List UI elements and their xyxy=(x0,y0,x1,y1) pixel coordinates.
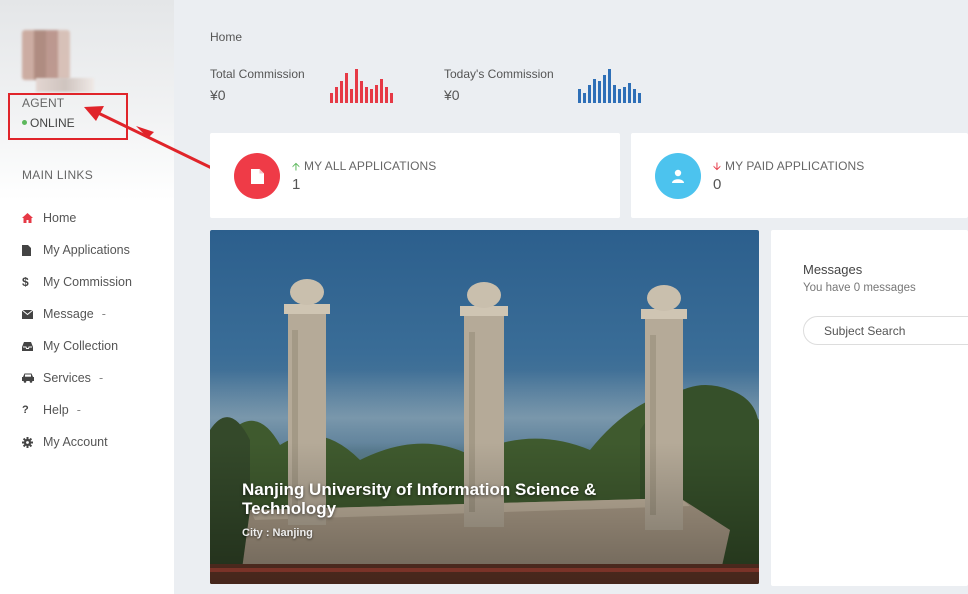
stat-value: ¥0 xyxy=(210,87,226,103)
sidebar-item-message[interactable]: Message - xyxy=(22,298,172,330)
expand-indicator: - xyxy=(76,403,81,417)
subject-search-input[interactable] xyxy=(803,316,968,345)
arrow-up-icon: 🡩 xyxy=(292,161,300,173)
card-title: 🡫 MY PAID APPLICATIONS xyxy=(713,158,864,177)
sparkline-bar xyxy=(578,89,581,103)
sparkline-bar xyxy=(390,93,393,103)
arrow-down-icon: 🡫 xyxy=(713,161,721,173)
sparkline-bar xyxy=(370,89,373,103)
sparkline-bar xyxy=(355,69,358,103)
stat-label: Total Commission xyxy=(210,67,305,81)
sparkline-bar xyxy=(375,85,378,103)
sparkline-bar xyxy=(593,79,596,103)
file-icon xyxy=(234,153,280,199)
card-value: 1 xyxy=(292,176,301,193)
messages-panel: Messages You have 0 messages xyxy=(771,230,968,586)
card-title: 🡩 MY ALL APPLICATIONS xyxy=(292,158,436,177)
sparkline-bar xyxy=(603,75,606,103)
sidebar-item-label: My Collection xyxy=(43,339,119,353)
sidebar-item-my-collection[interactable]: My Collection xyxy=(22,330,172,362)
stat-label: Today's Commission xyxy=(444,67,554,81)
user-icon xyxy=(655,153,701,199)
today-commission-sparkline xyxy=(578,69,641,103)
sidebar-item-help[interactable]: ? Help - xyxy=(22,394,172,426)
expand-indicator: - xyxy=(101,307,106,321)
stat-value: ¥0 xyxy=(444,87,460,103)
home-icon xyxy=(22,213,43,223)
sidebar-item-my-applications[interactable]: My Applications xyxy=(22,234,172,266)
question-icon: ? xyxy=(22,404,29,416)
avatar[interactable] xyxy=(22,30,70,80)
card-title-text: MY ALL APPLICATIONS xyxy=(304,159,437,173)
sidebar-item-my-commission[interactable]: $ My Commission xyxy=(22,266,172,298)
total-commission-stat: Total Commission ¥0 xyxy=(210,67,305,103)
sidebar-item-label: My Applications xyxy=(43,243,130,257)
sidebar-item-label: My Commission xyxy=(43,275,132,289)
sparkline-bar xyxy=(588,85,591,103)
total-commission-sparkline xyxy=(330,69,393,103)
featured-university-card[interactable]: Nanjing University of Information Scienc… xyxy=(210,230,759,584)
sparkline-bar xyxy=(618,89,621,103)
file-icon xyxy=(22,244,43,256)
envelope-icon xyxy=(22,309,43,319)
avatar-blur xyxy=(36,78,94,92)
sidebar-item-label: Home xyxy=(43,211,77,225)
today-commission-stat: Today's Commission ¥0 xyxy=(444,67,554,103)
dollar-icon: $ xyxy=(22,275,29,289)
sidebar-item-label: My Account xyxy=(43,435,108,449)
university-city: City : Nanjing xyxy=(242,527,313,539)
sparkline-bar xyxy=(360,81,363,103)
sidebar-item-label: Help xyxy=(43,403,69,417)
sidebar-item-label: Services xyxy=(43,371,91,385)
car-icon xyxy=(22,373,43,383)
sparkline-bar xyxy=(633,89,636,103)
sidebar-nav: Home My Applications $ My Commission Mes… xyxy=(22,202,172,458)
inbox-icon xyxy=(22,341,43,351)
sidebar-item-services[interactable]: Services - xyxy=(22,362,172,394)
sparkline-bar xyxy=(608,69,611,103)
sparkline-bar xyxy=(365,87,368,103)
sparkline-bar xyxy=(340,81,343,103)
sidebar: AGENT ONLINE MAIN LINKS Home My Applicat… xyxy=(0,0,174,594)
sidebar-item-my-account[interactable]: My Account xyxy=(22,426,172,458)
sparkline-bar xyxy=(623,87,626,103)
sidebar-item-home[interactable]: Home xyxy=(22,202,172,234)
paid-applications-card[interactable]: 🡫 MY PAID APPLICATIONS 0 xyxy=(631,133,968,218)
sparkline-bar xyxy=(583,93,586,103)
gear-icon xyxy=(22,436,43,448)
sparkline-bar xyxy=(380,79,383,103)
sparkline-bar xyxy=(335,87,338,103)
sparkline-bar xyxy=(385,87,388,103)
sparkline-bar xyxy=(628,83,631,103)
sparkline-bar xyxy=(330,93,333,103)
annotation-arrow-icon xyxy=(84,106,223,175)
card-value: 0 xyxy=(713,176,722,193)
expand-indicator: - xyxy=(98,371,104,385)
sparkline-bar xyxy=(598,81,601,103)
university-name[interactable]: Nanjing University of Information Scienc… xyxy=(242,480,662,518)
messages-title: Messages xyxy=(803,262,863,277)
messages-count: You have 0 messages xyxy=(803,282,916,294)
sparkline-bar xyxy=(638,93,641,103)
all-applications-card[interactable]: 🡩 MY ALL APPLICATIONS 1 xyxy=(210,133,620,218)
card-title-text: MY PAID APPLICATIONS xyxy=(725,159,865,173)
sidebar-item-label: Message xyxy=(43,307,94,321)
breadcrumb[interactable]: Home xyxy=(210,30,242,44)
sparkline-bar xyxy=(350,89,353,103)
sparkline-bar xyxy=(345,73,348,103)
sparkline-bar xyxy=(613,85,616,103)
